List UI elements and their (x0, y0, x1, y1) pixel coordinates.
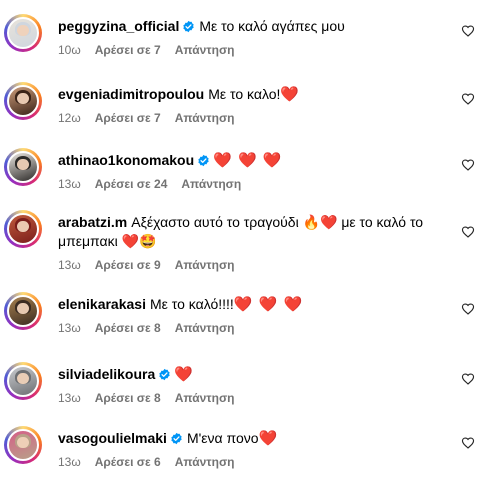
heart-emoji: ❤️ ❤️ ❤️ (213, 152, 283, 169)
reply-button[interactable]: Απάντηση (181, 177, 241, 191)
comment-time: 13ω (58, 321, 81, 335)
avatar[interactable] (4, 426, 42, 464)
verified-badge-icon (171, 432, 182, 445)
comment-meta: 13ω Αρέσει σε 8 Απάντηση (58, 321, 463, 335)
comment-body: athinao1konomakou ❤️ ❤️ ❤️ 13ω Αρέσει σε 24… (58, 151, 463, 191)
comment-text: Με το καλό αγάπες μου (199, 18, 345, 34)
reply-button[interactable]: Απάντηση (175, 111, 235, 125)
avatar[interactable] (4, 292, 42, 330)
comment-text: Με το καλο! (208, 86, 281, 102)
heart-emoji: ❤️ (258, 430, 279, 447)
comment-meta: 13ω Αρέσει σε 8 Απάντηση (58, 391, 463, 405)
comment-body: silviadelikoura ❤️ 13ω Αρέσει σε 8 Απάντηση (58, 365, 463, 405)
avatar[interactable] (4, 362, 42, 400)
heart-outline-icon[interactable] (461, 158, 475, 172)
heart-emoji: ❤️ (280, 86, 301, 103)
verified-badge-icon (198, 154, 209, 167)
username-link[interactable]: silviadelikoura (58, 366, 155, 382)
avatar[interactable] (4, 210, 42, 248)
reply-button[interactable]: Απάντηση (175, 258, 235, 272)
comment-line: vasogoulielmaki Μ'ενα πονο❤️ (58, 429, 463, 448)
heart-outline-icon[interactable] (461, 92, 475, 106)
comment-time: 10ω (58, 43, 81, 57)
comment-meta: 12ω Αρέσει σε 7 Απάντηση (58, 111, 463, 125)
comment-time: 13ω (58, 391, 81, 405)
comment-text: Μ'ενα πονο (186, 430, 259, 446)
comment-meta: 13ω Αρέσει σε 24 Απάντηση (58, 177, 463, 191)
username-link[interactable]: elenikarakasi (58, 296, 146, 312)
heart-outline-icon[interactable] (461, 225, 475, 239)
comment-body: elenikarakasi Με το καλό!!!!❤️ ❤️ ❤️ 13ω Αρ… (58, 295, 463, 335)
comment-line: elenikarakasi Με το καλό!!!!❤️ ❤️ ❤️ (58, 295, 463, 314)
verified-badge-icon (183, 20, 195, 33)
comment-line: athinao1konomakou ❤️ ❤️ ❤️ (58, 151, 463, 170)
likes-count-link[interactable]: Αρέσει σε 8 (95, 391, 161, 405)
username-link[interactable]: peggyzina_official (58, 18, 179, 34)
avatar[interactable] (4, 82, 42, 120)
reply-button[interactable]: Απάντηση (175, 43, 235, 57)
heart-outline-icon[interactable] (461, 302, 475, 316)
comment-meta: 13ω Αρέσει σε 6 Απάντηση (58, 455, 463, 469)
comment-line: evgeniadimitropoulou Με το καλο!❤️ (58, 85, 463, 104)
avatar[interactable] (4, 14, 42, 52)
username-link[interactable]: athinao1konomakou (58, 152, 194, 168)
verified-badge-icon (159, 368, 170, 381)
comment-text: Με το καλό!!!! (149, 296, 234, 312)
comment-line: silviadelikoura ❤️ (58, 365, 463, 384)
comment-meta: 10ω Αρέσει σε 7 Απάντηση (58, 43, 463, 57)
likes-count-link[interactable]: Αρέσει σε 24 (95, 177, 168, 191)
comment-line: arabatzi.m Αξέχαστο αυτό το τραγούδι 🔥❤️ … (58, 213, 463, 251)
comment-body: arabatzi.m Αξέχαστο αυτό το τραγούδι 🔥❤️ … (58, 213, 463, 272)
heart-outline-icon[interactable] (461, 372, 475, 386)
comment-time: 13ω (58, 258, 81, 272)
comment-body: vasogoulielmaki Μ'ενα πονο❤️ 13ω Αρέσει σε … (58, 429, 463, 469)
reply-button[interactable]: Απάντηση (175, 455, 235, 469)
username-link[interactable]: evgeniadimitropoulou (58, 86, 204, 102)
comment-body: peggyzina_official Με το καλό αγάπες μου 1… (58, 17, 463, 57)
comment-meta: 13ω Αρέσει σε 9 Απάντηση (58, 258, 463, 272)
likes-count-link[interactable]: Αρέσει σε 7 (95, 43, 161, 57)
username-link[interactable]: vasogoulielmaki (58, 430, 167, 446)
heart-emoji: ❤️ ❤️ ❤️ (233, 296, 304, 313)
comment-body: evgeniadimitropoulou Με το καλο!❤️ 12ω Αρέσ… (58, 85, 463, 125)
heart-outline-icon[interactable] (461, 24, 475, 38)
comment-time: 12ω (58, 111, 81, 125)
reply-button[interactable]: Απάντηση (175, 391, 235, 405)
likes-count-link[interactable]: Αρέσει σε 7 (95, 111, 161, 125)
comment-line: peggyzina_official Με το καλό αγάπες μου (58, 17, 463, 36)
likes-count-link[interactable]: Αρέσει σε 6 (95, 455, 161, 469)
heart-outline-icon[interactable] (461, 436, 475, 450)
comment-time: 13ω (58, 177, 81, 191)
heart-emoji: ❤️ (174, 366, 194, 383)
username-link[interactable]: arabatzi.m (58, 214, 127, 230)
avatar[interactable] (4, 148, 42, 186)
likes-count-link[interactable]: Αρέσει σε 8 (95, 321, 161, 335)
comment-time: 13ω (58, 455, 81, 469)
reply-button[interactable]: Απάντηση (175, 321, 235, 335)
likes-count-link[interactable]: Αρέσει σε 9 (95, 258, 161, 272)
